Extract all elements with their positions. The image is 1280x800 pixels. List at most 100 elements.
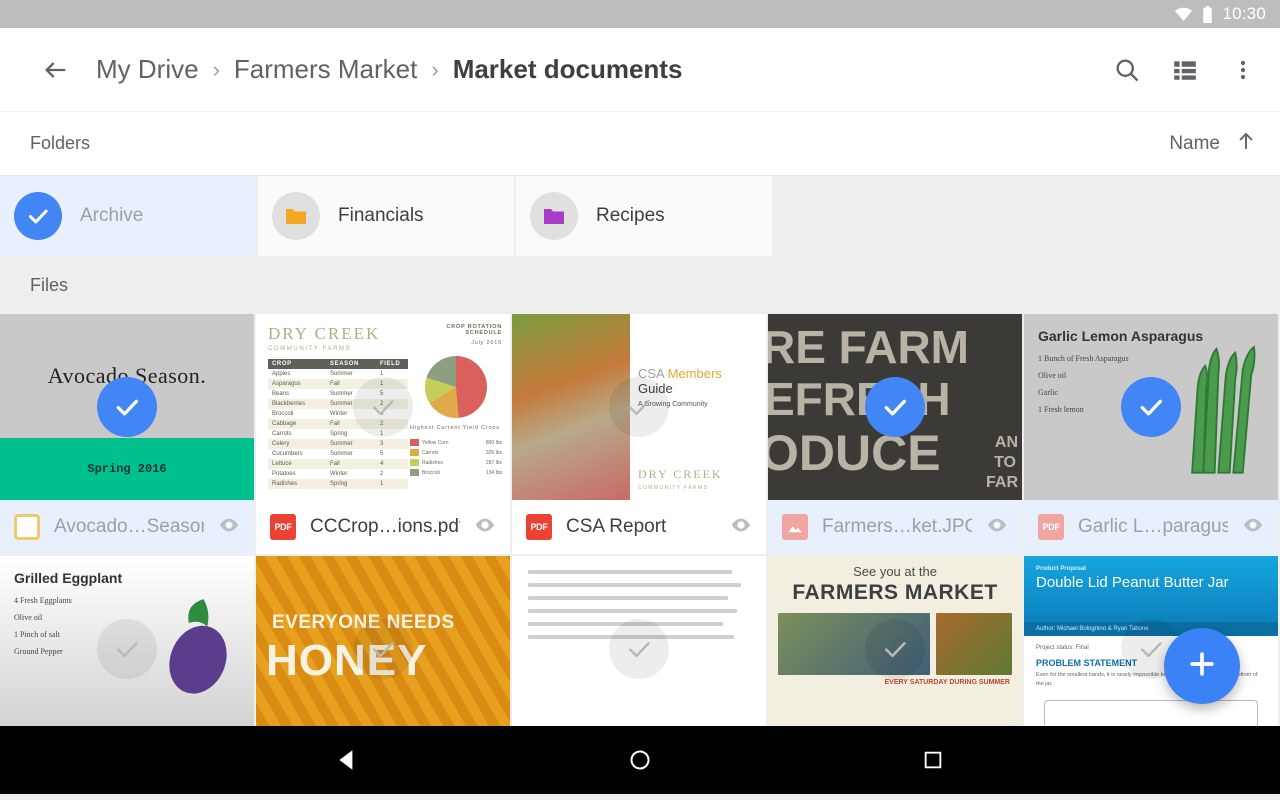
file-thumbnail[interactable]: Garlic Lemon Asparagus 1 Bunch of Fresh …	[1024, 314, 1278, 500]
thumb-brand-sub: COMMUNITY FARMS	[638, 485, 709, 491]
file-card[interactable]: Grilled Eggplant 4 Fresh Eggplants Olive…	[0, 556, 254, 726]
file-thumbnail[interactable]: EVERYONE NEEDS HONEY	[256, 556, 510, 726]
pdf-file-icon: PDF	[1038, 514, 1064, 540]
legend-label: Broccoli	[422, 469, 440, 476]
eye-icon[interactable]	[986, 514, 1008, 541]
eggplant-illustration	[169, 599, 227, 694]
chart-date: July 2016	[471, 340, 502, 346]
android-recents-button[interactable]	[911, 738, 955, 782]
file-thumbnail[interactable]: Avocado Season. Spring 2016	[0, 314, 254, 500]
pdf-file-icon: PDF	[270, 514, 296, 540]
asparagus-illustration	[1191, 345, 1256, 474]
cell: Fall	[330, 461, 340, 467]
cell: Cabbage	[272, 421, 297, 427]
legend-value: 326 lbs	[485, 449, 502, 456]
file-card[interactable]: Garlic Lemon Asparagus 1 Bunch of Fresh …	[1024, 314, 1278, 554]
cell: 3	[380, 441, 384, 447]
thumb-subtitle: Spring 2016	[87, 462, 167, 476]
folder-label: Financials	[338, 205, 424, 226]
slides-file-icon	[14, 514, 40, 540]
file-card[interactable]: Avocado Season. Spring 2016 Avocado…Seas…	[0, 314, 254, 554]
create-new-fab[interactable]	[1164, 628, 1240, 704]
folder-tile-financials[interactable]: Financials	[258, 176, 514, 256]
file-card[interactable]: See you at the FARMERS MARKET EVERY SATU…	[768, 556, 1022, 726]
selection-check-icon[interactable]	[1121, 377, 1181, 437]
cell: 4	[380, 461, 384, 467]
cell: Broccoli	[272, 411, 294, 417]
list-view-icon[interactable]	[1170, 55, 1200, 85]
search-icon[interactable]	[1112, 55, 1142, 85]
cell: Lettuce	[272, 461, 292, 467]
selection-check-icon[interactable]	[865, 377, 925, 437]
image-file-icon	[782, 514, 808, 540]
file-thumbnail[interactable]: Product Proposal Double Lid Peanut Butte…	[1024, 556, 1278, 726]
eye-icon[interactable]	[730, 514, 752, 541]
legend-label: Radishes	[422, 459, 443, 466]
breadcrumb-item-farmers-market[interactable]: Farmers Market	[234, 54, 417, 85]
file-thumbnail[interactable]: RE FARM EFRESH ODUCE AN TO FAR	[768, 314, 1022, 500]
eye-icon[interactable]	[218, 514, 240, 541]
pie-chart	[425, 356, 487, 418]
file-card[interactable]	[512, 556, 766, 726]
eye-icon[interactable]	[474, 514, 496, 541]
folder-tile-archive[interactable]: Archive	[0, 176, 256, 256]
chart-legend: Yellow Corn 800 lbs Carrots 326 lbs Radish…	[410, 439, 502, 476]
folders-section-label: Folders	[30, 133, 91, 153]
file-card[interactable]: CSA Members Guide A Growing Community DR…	[512, 314, 766, 554]
file-card[interactable]: Product Proposal Double Lid Peanut Butte…	[1024, 556, 1278, 726]
selection-check-icon[interactable]	[609, 619, 669, 679]
selection-check-icon[interactable]	[865, 619, 925, 679]
plus-icon	[1185, 647, 1219, 686]
folder-tile-recipes[interactable]: Recipes	[516, 176, 772, 256]
file-thumbnail[interactable]: DRY CREEK COMMUNITY FARMS CROP SEASON FI…	[256, 314, 510, 500]
selection-check-icon[interactable]	[353, 377, 413, 437]
file-card[interactable]: DRY CREEK COMMUNITY FARMS CROP SEASON FI…	[256, 314, 510, 554]
breadcrumb-separator: ›	[431, 56, 439, 82]
col-crop: CROP	[272, 361, 292, 367]
flyer-line-1: See you at the	[853, 564, 937, 579]
legend-value: 134 lbs	[485, 469, 502, 476]
selection-check-icon[interactable]	[97, 619, 157, 679]
breadcrumb-item-market-documents[interactable]: Market documents	[453, 54, 683, 85]
file-thumbnail[interactable]	[512, 556, 766, 726]
cell: Winter	[330, 471, 348, 477]
legend-item: Carrots 326 lbs	[410, 449, 502, 456]
file-name: CCCrop…ions.pdf	[310, 516, 460, 537]
android-home-button[interactable]	[618, 738, 662, 782]
crop-table-header: CROP SEASON FIELD	[268, 359, 408, 369]
breadcrumb-item-my-drive[interactable]: My Drive	[96, 54, 199, 85]
file-card[interactable]: EVERYONE NEEDS HONEY	[256, 556, 510, 726]
selection-check-icon[interactable]	[97, 377, 157, 437]
folder-icon-purple[interactable]	[530, 192, 578, 240]
breadcrumb: My Drive › Farmers Market › Market docum…	[96, 54, 1112, 85]
legend-value: 800 lbs	[485, 439, 502, 446]
arrow-back-icon[interactable]	[36, 50, 76, 90]
eye-icon[interactable]	[1242, 514, 1264, 541]
overflow-menu-icon[interactable]	[1228, 55, 1258, 85]
cell: 2	[380, 471, 384, 477]
cell: Carrots	[272, 431, 292, 437]
cell: Potatoes	[272, 471, 296, 477]
file-thumbnail[interactable]: Grilled Eggplant 4 Fresh Eggplants Olive…	[0, 556, 254, 726]
file-thumbnail[interactable]: CSA Members Guide A Growing Community DR…	[512, 314, 766, 500]
file-name: CSA Report	[566, 516, 667, 537]
legend-title: Highest Current Yield Crops	[410, 425, 500, 431]
check-circle-icon[interactable]	[14, 192, 62, 240]
file-thumbnail[interactable]: See you at the FARMERS MARKET EVERY SATU…	[768, 556, 1022, 726]
chalk-line: FAR	[986, 474, 1018, 491]
app-bar-actions	[1112, 55, 1258, 85]
chart-title: CROP ROTATION SCHEDULE	[446, 324, 502, 336]
table-row: Cucumbers Summer 5	[268, 449, 408, 459]
wifi-icon	[1174, 7, 1193, 21]
selection-check-icon[interactable]	[353, 619, 413, 679]
sort-control[interactable]: Name	[1169, 129, 1258, 158]
breadcrumb-separator: ›	[212, 56, 220, 82]
selection-check-icon[interactable]	[609, 377, 669, 437]
arrow-up-icon	[1234, 129, 1258, 158]
files-section-label: Files	[30, 274, 69, 295]
folder-icon-orange[interactable]	[272, 192, 320, 240]
cell: Summer	[330, 441, 353, 447]
android-back-button[interactable]	[325, 738, 369, 782]
file-card[interactable]: RE FARM EFRESH ODUCE AN TO FAR Farmers…k…	[768, 314, 1022, 554]
col-season: SEASON	[330, 361, 359, 367]
